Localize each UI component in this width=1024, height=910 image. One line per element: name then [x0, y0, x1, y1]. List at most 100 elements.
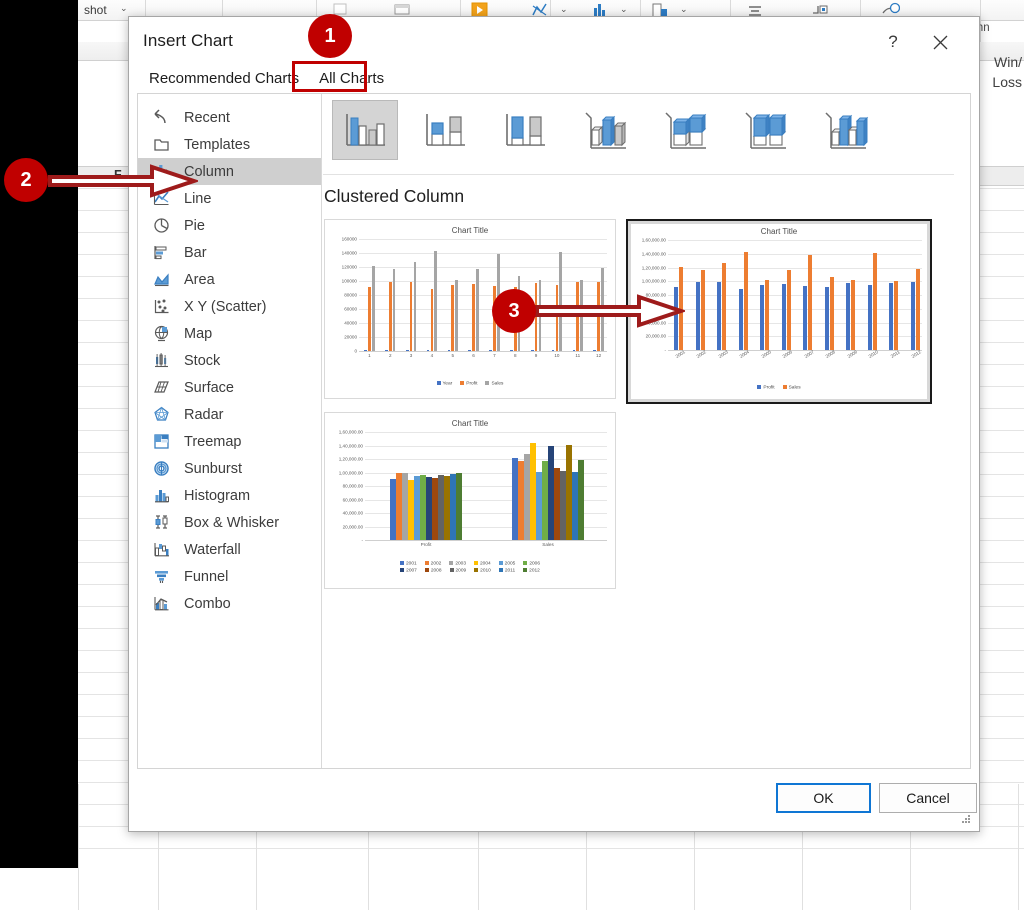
legend-swatch — [757, 385, 761, 389]
x-axis-tick-label: 10 — [554, 353, 559, 358]
cancel-button[interactable]: Cancel — [879, 783, 977, 813]
category-item-bar[interactable]: Bar — [138, 239, 321, 266]
chart-subtype-3-d-stacked-column[interactable] — [652, 100, 718, 160]
category-label: Surface — [184, 380, 234, 396]
box-whisker-icon — [152, 513, 178, 533]
legend-label: 2002 — [431, 561, 442, 566]
chart-bar — [739, 289, 743, 350]
x-axis-tick-label: 11 — [575, 353, 580, 358]
combo-chart-icon — [152, 594, 178, 614]
y-axis-tick-label: 100000 — [342, 279, 359, 284]
gridline — [365, 432, 607, 433]
category-item-combo[interactable]: Combo — [138, 590, 321, 617]
legend-label: 2003 — [455, 561, 466, 566]
chart-bar — [393, 269, 396, 351]
chart-bar — [787, 270, 791, 350]
chart-bar — [510, 350, 513, 351]
chevron-down-icon[interactable]: ⌄ — [680, 4, 688, 15]
chart-subtype-100-stacked-column[interactable] — [492, 100, 558, 160]
y-axis-tick-label: 80,000.00 — [343, 484, 365, 489]
x-axis-tick-label: Sales — [542, 542, 554, 547]
category-item-x-y-scatter[interactable]: X Y (Scatter) — [138, 293, 321, 320]
legend-label: Year — [443, 381, 453, 386]
category-item-map[interactable]: Map — [138, 320, 321, 347]
legend-label: Profit — [466, 381, 477, 386]
dialog-tabs: Recommended Charts All Charts — [137, 65, 979, 93]
chart-subtype-3-d-clustered-column[interactable] — [572, 100, 638, 160]
category-item-pie[interactable]: Pie — [138, 212, 321, 239]
legend-label: 2005 — [505, 561, 516, 566]
chart-subtype-toolbar[interactable] — [322, 94, 970, 172]
chart-bar — [434, 251, 437, 351]
category-label: Map — [184, 326, 212, 342]
chart-bar — [518, 461, 523, 540]
category-item-radar[interactable]: Radar — [138, 401, 321, 428]
legend-swatch — [400, 561, 404, 565]
legend-item: Profit — [460, 381, 477, 386]
chevron-down-icon[interactable]: ⌄ — [620, 4, 628, 15]
chart-bar — [873, 253, 877, 350]
legend-item: Profit — [757, 385, 774, 390]
chart-bar — [420, 475, 425, 540]
category-item-box-whisker[interactable]: Box & Whisker — [138, 509, 321, 536]
legend-item: Sales — [485, 381, 503, 386]
chart-subtype-clustered-column[interactable] — [332, 100, 398, 160]
y-axis-tick-label: 160000 — [342, 237, 359, 242]
resize-grip-icon[interactable] — [960, 813, 972, 825]
chart-bar — [472, 284, 475, 351]
gridline — [668, 268, 922, 269]
chart-bar — [572, 472, 577, 541]
chart-bar — [696, 282, 700, 350]
chart-bar — [455, 280, 458, 351]
x-axis-tick-label: 7 — [493, 353, 496, 358]
close-icon[interactable] — [927, 29, 953, 55]
funnel-chart-icon — [152, 567, 178, 587]
gridline — [359, 281, 607, 282]
chart-subtype-3-d-column[interactable] — [812, 100, 878, 160]
category-item-funnel[interactable]: Funnel — [138, 563, 321, 590]
chart-legend: ProfitSales — [628, 385, 930, 390]
y-axis-tick-label: 20,000.00 — [343, 524, 365, 529]
annotation-badge-1: 1 — [308, 14, 352, 58]
x-axis-line — [359, 351, 607, 352]
chart-subtype-3-d-100-stacked-column[interactable] — [732, 100, 798, 160]
chart-bar — [868, 285, 872, 350]
category-item-sunburst[interactable]: Sunburst — [138, 455, 321, 482]
category-item-histogram[interactable]: Histogram — [138, 482, 321, 509]
ok-button[interactable]: OK — [776, 783, 871, 813]
chart-bar — [552, 350, 555, 351]
chart-bar — [593, 350, 596, 351]
preview-chart-title: Chart Title — [628, 227, 930, 236]
chart-subtype-stacked-column[interactable] — [412, 100, 478, 160]
tab-recommended-charts[interactable]: Recommended Charts — [141, 65, 307, 92]
chart-bar — [385, 350, 388, 351]
legend-swatch — [425, 568, 429, 572]
chart-preview-clustered-column-3[interactable]: Chart Title-20,000.0040,000.0060,000.008… — [324, 412, 616, 589]
preview-plot-area: -20,000.0040,000.0060,000.0080,000.001,0… — [365, 432, 607, 540]
chart-bar — [368, 287, 371, 351]
waterfall-chart-icon — [152, 540, 178, 560]
chevron-down-icon[interactable]: ⌄ — [560, 4, 568, 15]
chart-bar — [717, 282, 721, 350]
y-axis-tick-label: 1,40,000.00 — [642, 251, 668, 256]
chart-bar — [760, 285, 764, 350]
category-item-surface[interactable]: Surface — [138, 374, 321, 401]
chart-bar — [432, 478, 437, 540]
category-item-area[interactable]: Area — [138, 266, 321, 293]
category-item-stock[interactable]: Stock — [138, 347, 321, 374]
legend-label: 2012 — [529, 568, 540, 573]
ribbon-edge-label-loss: Loss — [992, 74, 1022, 90]
legend-label: 2008 — [431, 568, 442, 573]
category-item-recent[interactable]: Recent — [138, 104, 321, 131]
y-axis-tick-label: 1,20,000.00 — [339, 457, 365, 462]
category-item-waterfall[interactable]: Waterfall — [138, 536, 321, 563]
category-label: X Y (Scatter) — [184, 299, 266, 315]
chart-bar — [438, 475, 443, 540]
help-icon[interactable]: ? — [880, 29, 906, 55]
x-axis-tick-label: 12 — [596, 353, 601, 358]
category-item-treemap[interactable]: Treemap — [138, 428, 321, 455]
chart-bar — [566, 445, 571, 541]
category-item-templates[interactable]: Templates — [138, 131, 321, 158]
chart-bar — [825, 287, 829, 350]
chevron-down-icon[interactable]: ⌄ — [120, 3, 128, 14]
